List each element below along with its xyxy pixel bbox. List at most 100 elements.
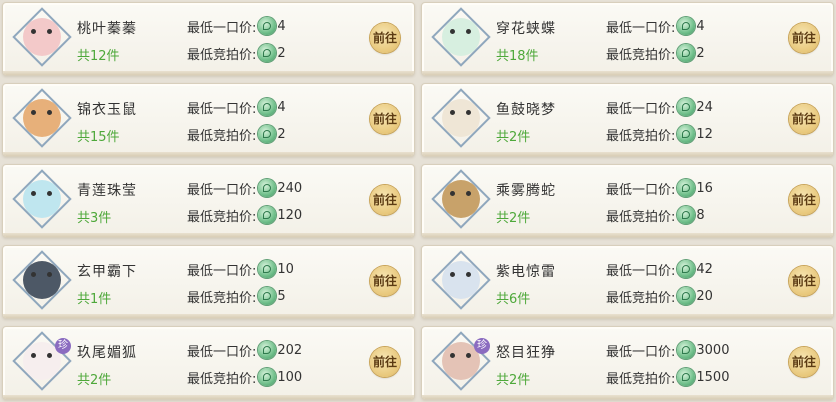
- go-button[interactable]: 前往: [789, 185, 819, 215]
- buyout-price: 3000: [696, 342, 730, 358]
- go-button[interactable]: 前往: [370, 266, 400, 296]
- auction-label: 最低竞拍价:: [187, 128, 257, 144]
- item-name: 玄甲霸下: [77, 264, 137, 280]
- buyout-row: 最低一口价: 16: [606, 178, 713, 198]
- jade-coin-icon: [258, 368, 277, 386]
- pet-avatar: [431, 169, 491, 229]
- buyout-row: 最低一口价: 24: [606, 97, 713, 117]
- buyout-label: 最低一口价:: [187, 182, 257, 198]
- item-count: 共6件: [496, 292, 531, 307]
- go-button[interactable]: 前往: [789, 266, 819, 296]
- item-card[interactable]: 鱼鼓晓梦 共2件 最低一口价: 24 最低竞拍价: 12 前往: [421, 83, 834, 157]
- jade-coin-icon: [677, 98, 696, 116]
- auction-price: 20: [696, 288, 713, 304]
- pet-avatar: [12, 7, 72, 67]
- item-name: 桃叶蓁蓁: [77, 21, 137, 37]
- auction-label: 最低竞拍价:: [187, 209, 257, 225]
- item-count: 共2件: [496, 373, 531, 388]
- item-name: 乘雾腾蛇: [496, 183, 556, 199]
- auction-price: 8: [696, 207, 705, 223]
- auction-label: 最低竞拍价:: [606, 209, 676, 225]
- jade-coin-icon: [258, 179, 277, 197]
- item-card[interactable]: 青莲珠莹 共3件 最低一口价: 240 最低竞拍价: 120 前往: [2, 164, 415, 238]
- auction-price: 12: [696, 126, 713, 142]
- jade-coin-icon: [677, 17, 696, 35]
- auction-row: 最低竞拍价: 5: [187, 286, 286, 306]
- auction-label: 最低竞拍价:: [187, 47, 257, 63]
- auction-price: 2: [696, 45, 705, 61]
- buyout-price: 240: [277, 180, 303, 196]
- jade-coin-icon: [677, 368, 696, 386]
- item-card[interactable]: 珍 怒目狂狰 共2件 最低一口价: 3000 最低竞拍价: 1500 前往: [421, 326, 834, 400]
- auction-price: 120: [277, 207, 303, 223]
- buyout-row: 最低一口价: 42: [606, 259, 713, 279]
- auction-row: 最低竞拍价: 2: [187, 124, 286, 144]
- item-card[interactable]: 乘雾腾蛇 共2件 最低一口价: 16 最低竞拍价: 8 前往: [421, 164, 834, 238]
- go-button[interactable]: 前往: [370, 185, 400, 215]
- item-count: 共15件: [77, 130, 120, 145]
- go-button[interactable]: 前往: [789, 347, 819, 377]
- auction-label: 最低竞拍价:: [606, 371, 676, 387]
- item-name: 怒目狂狰: [496, 345, 556, 361]
- auction-row: 最低竞拍价: 20: [606, 286, 713, 306]
- item-card[interactable]: 锦衣玉鼠 共15件 最低一口价: 4 最低竞拍价: 2 前往: [2, 83, 415, 157]
- item-name: 鱼鼓晓梦: [496, 102, 556, 118]
- buyout-label: 最低一口价:: [606, 182, 676, 198]
- rare-badge: 珍: [55, 338, 71, 354]
- auction-row: 最低竞拍价: 8: [606, 205, 705, 225]
- buyout-label: 最低一口价:: [187, 20, 257, 36]
- buyout-price: 10: [277, 261, 294, 277]
- buyout-label: 最低一口价:: [606, 20, 676, 36]
- jade-coin-icon: [677, 206, 696, 224]
- buyout-price: 24: [696, 99, 713, 115]
- item-card[interactable]: 紫电惊雷 共6件 最低一口价: 42 最低竞拍价: 20 前往: [421, 245, 834, 319]
- auction-row: 最低竞拍价: 2: [606, 43, 705, 63]
- item-count: 共2件: [496, 130, 531, 145]
- go-button[interactable]: 前往: [370, 104, 400, 134]
- item-count: 共3件: [77, 211, 112, 226]
- go-button[interactable]: 前往: [370, 23, 400, 53]
- buyout-label: 最低一口价:: [187, 101, 257, 117]
- auction-price: 100: [277, 369, 303, 385]
- auction-price: 5: [277, 288, 286, 304]
- item-count: 共2件: [77, 373, 112, 388]
- auction-row: 最低竞拍价: 1500: [606, 367, 729, 387]
- go-button[interactable]: 前往: [370, 347, 400, 377]
- pet-avatar: [431, 250, 491, 310]
- item-card[interactable]: 穿花蛱蝶 共18件 最低一口价: 4 最低竞拍价: 2 前往: [421, 2, 834, 76]
- item-name: 青莲珠莹: [77, 183, 137, 199]
- buyout-price: 4: [277, 99, 286, 115]
- jade-coin-icon: [677, 44, 696, 62]
- item-count: 共1件: [77, 292, 112, 307]
- buyout-price: 4: [696, 18, 705, 34]
- buyout-label: 最低一口价:: [187, 344, 257, 360]
- item-card[interactable]: 桃叶蓁蓁 共12件 最低一口价: 4 最低竞拍价: 2 前往: [2, 2, 415, 76]
- buyout-label: 最低一口价:: [606, 263, 676, 279]
- auction-row: 最低竞拍价: 100: [187, 367, 302, 387]
- item-card[interactable]: 玄甲霸下 共1件 最低一口价: 10 最低竞拍价: 5 前往: [2, 245, 415, 319]
- buyout-row: 最低一口价: 202: [187, 340, 302, 360]
- jade-coin-icon: [677, 341, 696, 359]
- buyout-row: 最低一口价: 240: [187, 178, 302, 198]
- jade-coin-icon: [677, 125, 696, 143]
- auction-label: 最低竞拍价:: [606, 128, 676, 144]
- auction-row: 最低竞拍价: 120: [187, 205, 302, 225]
- buyout-row: 最低一口价: 4: [606, 16, 705, 36]
- item-count: 共18件: [496, 49, 539, 64]
- jade-coin-icon: [258, 287, 277, 305]
- auction-label: 最低竞拍价:: [187, 371, 257, 387]
- buyout-row: 最低一口价: 4: [187, 97, 286, 117]
- jade-coin-icon: [677, 179, 696, 197]
- pet-avatar: [12, 88, 72, 148]
- buyout-price: 42: [696, 261, 713, 277]
- item-card[interactable]: 珍 玖尾媚狐 共2件 最低一口价: 202 最低竞拍价: 100 前往: [2, 326, 415, 400]
- item-count: 共2件: [496, 211, 531, 226]
- jade-coin-icon: [258, 44, 277, 62]
- pet-avatar: [12, 169, 72, 229]
- go-button[interactable]: 前往: [789, 23, 819, 53]
- jade-coin-icon: [258, 125, 277, 143]
- pet-avatar: [12, 250, 72, 310]
- go-button[interactable]: 前往: [789, 104, 819, 134]
- buyout-label: 最低一口价:: [606, 101, 676, 117]
- item-name: 紫电惊雷: [496, 264, 556, 280]
